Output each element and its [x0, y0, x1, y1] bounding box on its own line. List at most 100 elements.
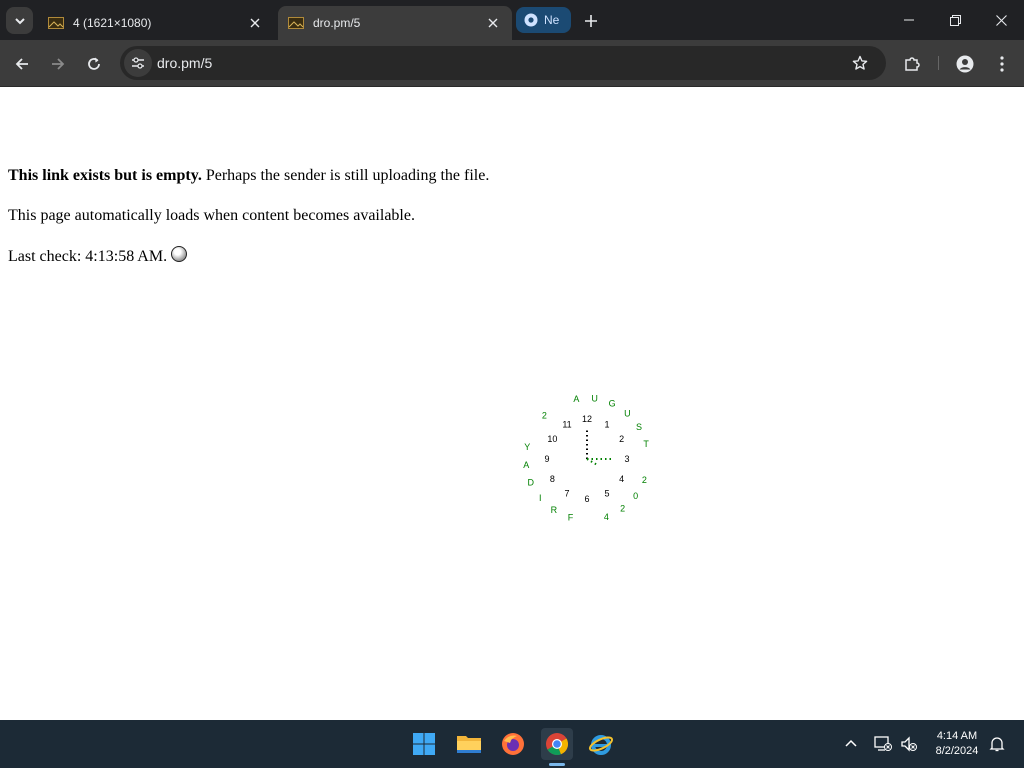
last-check-text: Last check: 4:13:58 AM. [8, 248, 168, 265]
more-vert-icon [1000, 56, 1004, 72]
firefox-button[interactable] [497, 728, 529, 760]
tab-dropm[interactable]: dro.pm/5 [278, 6, 512, 40]
tab-close-button[interactable] [246, 14, 264, 32]
clock-date-letter: 0 [633, 491, 638, 501]
clock-number: 3 [624, 454, 629, 464]
account-icon [956, 55, 974, 73]
address-bar[interactable]: dro.pm/5 [120, 46, 886, 80]
page-content: This link exists but is empty. Perhaps t… [0, 88, 1024, 720]
clock-number: 4 [619, 474, 624, 484]
clock-date-letter: R [551, 505, 558, 515]
arrow-left-icon [15, 58, 28, 70]
tab-group-new-tab[interactable]: Ne [516, 7, 571, 33]
clock-date-letter: S [636, 422, 642, 432]
empty-link-message: This link exists but is empty. Perhaps t… [8, 167, 489, 185]
clock-number: 8 [550, 474, 555, 484]
tab-image[interactable]: 4 (1621×1080) [38, 6, 274, 40]
close-window-button[interactable] [978, 0, 1024, 40]
chevron-up-icon [845, 739, 857, 747]
clock-date-letter: A [523, 460, 529, 470]
close-icon [488, 18, 498, 28]
back-button[interactable] [8, 50, 36, 78]
clock-date-letter: 4 [604, 512, 609, 522]
windows-logo-icon [413, 733, 435, 755]
image-favicon-icon [288, 17, 304, 29]
clock-number: 6 [584, 494, 589, 504]
forward-button[interactable] [44, 50, 72, 78]
bookmark-button[interactable] [849, 52, 871, 74]
tune-icon [132, 57, 144, 69]
speaker-muted-icon [901, 736, 917, 752]
internet-explorer-button[interactable] [585, 728, 617, 760]
clock-date-letter: 2 [642, 475, 647, 485]
clock-date-letter: A [573, 394, 579, 404]
clock-date-letter: 2 [620, 504, 625, 514]
tray-time-text: 4:14 AM [936, 730, 978, 742]
clock-number: 5 [604, 489, 609, 499]
site-info-button[interactable] [124, 49, 152, 77]
tab-group-label: Ne [544, 13, 560, 27]
tab-search-button[interactable] [6, 7, 33, 34]
active-app-indicator [549, 763, 565, 766]
clock-number: 1 [604, 419, 609, 429]
clock-date-letter: T [643, 439, 649, 449]
clock-date-letter: Y [524, 442, 530, 452]
chevron-down-icon [14, 17, 25, 24]
clock-date-letter: D [528, 478, 535, 488]
tab-title: dro.pm/5 [313, 16, 361, 30]
notifications-button[interactable] [984, 728, 1010, 760]
minimize-button[interactable] [886, 0, 932, 40]
internet-explorer-icon [588, 735, 614, 755]
show-hidden-icons-button[interactable] [838, 728, 864, 760]
clock-number: 10 [547, 434, 557, 444]
tray-date-text: 8/2/2024 [935, 745, 979, 757]
new-tab-button[interactable] [580, 10, 602, 32]
clock-tray[interactable]: 4:14 AM 8/2/2024 [928, 729, 986, 759]
tab-title: 4 (1621×1080) [73, 16, 152, 30]
empty-link-heading: This link exists but is empty. [8, 167, 202, 184]
clock-number: 11 [562, 419, 571, 429]
clock-date-letter: I [539, 493, 542, 503]
restore-button[interactable] [932, 0, 978, 40]
network-disconnected-icon [874, 736, 892, 751]
star-icon [852, 55, 868, 70]
file-explorer-button[interactable] [453, 728, 485, 760]
start-button[interactable] [408, 728, 440, 760]
browser-toolbar: dro.pm/5 [0, 40, 1024, 87]
chrome-icon [524, 13, 538, 27]
last-check-line: Last check: 4:13:58 AM. [8, 246, 188, 266]
auto-load-notice: This page automatically loads when conte… [8, 207, 415, 224]
close-icon [250, 18, 260, 28]
puzzle-icon [905, 57, 920, 71]
image-favicon-icon [48, 17, 64, 29]
clock-hand [586, 458, 598, 466]
menu-button[interactable] [988, 50, 1016, 78]
arrow-right-icon [52, 58, 65, 70]
chrome-button[interactable] [541, 728, 573, 760]
url-text[interactable]: dro.pm/5 [157, 55, 212, 71]
chrome-icon [546, 733, 569, 756]
clock-number: 9 [544, 454, 549, 464]
restore-icon [949, 14, 961, 26]
close-icon [995, 14, 1007, 26]
clock-number: 2 [619, 434, 624, 444]
clock-date-letter: U [624, 408, 631, 418]
bell-icon [989, 737, 1005, 752]
extensions-button[interactable] [898, 50, 926, 78]
clock-number: 12 [582, 414, 592, 424]
network-status-button[interactable] [870, 728, 896, 760]
reload-icon [88, 57, 100, 70]
taskbar [0, 720, 1024, 768]
folder-icon [457, 736, 481, 753]
reload-button[interactable] [80, 50, 108, 78]
clock-date-letter: G [609, 398, 616, 408]
tab-close-button[interactable] [484, 14, 502, 32]
firefox-icon [502, 733, 524, 755]
toolbar-divider [938, 56, 939, 70]
clock-date-letter: U [591, 393, 598, 403]
minimize-icon [904, 19, 914, 21]
profile-button[interactable] [951, 50, 979, 78]
volume-button[interactable] [896, 728, 922, 760]
loading-indicator-icon [171, 246, 188, 262]
clock-date-letter: F [568, 513, 574, 523]
